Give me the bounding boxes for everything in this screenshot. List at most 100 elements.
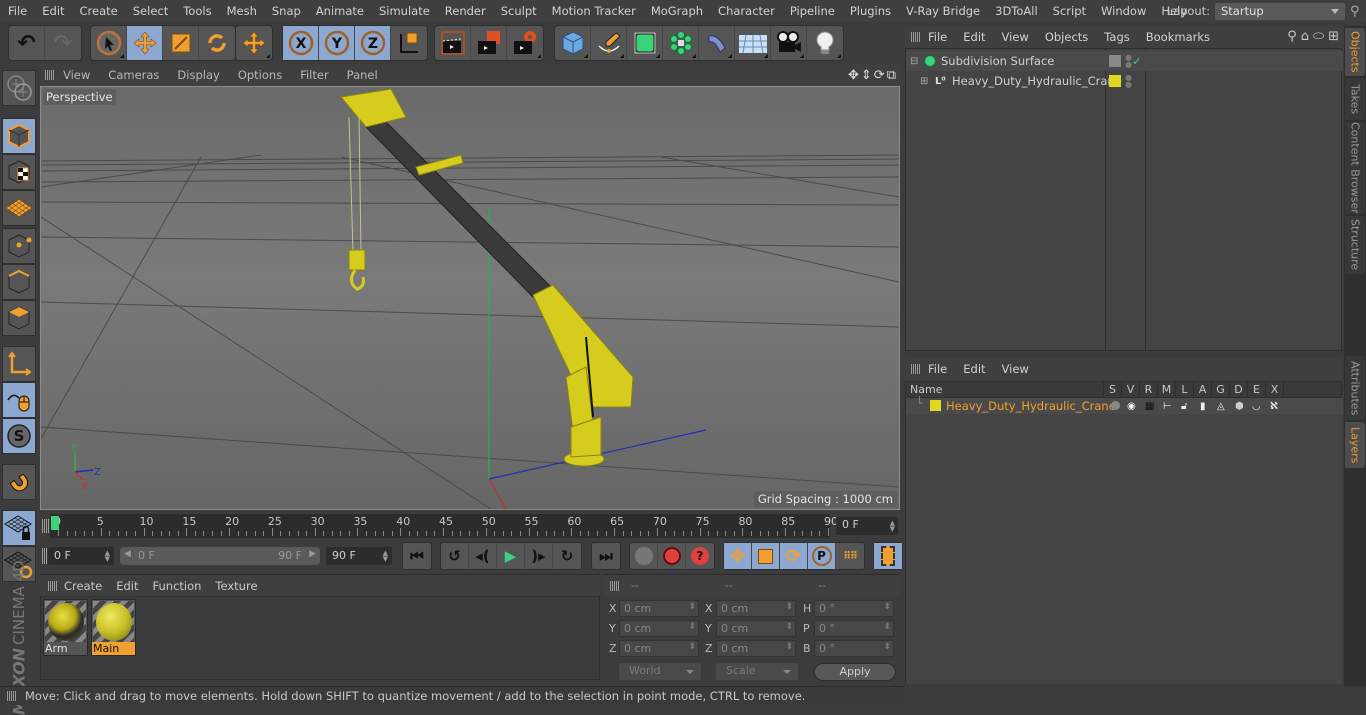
axis-mode-button[interactable] (2, 346, 36, 382)
size-y-field[interactable]: 0 cm (716, 620, 796, 637)
material-grip-icon[interactable] (48, 580, 57, 591)
viewport-menu-options[interactable]: Options (229, 68, 291, 82)
recent-move-button[interactable] (236, 26, 272, 60)
menu-animate[interactable]: Animate (308, 4, 371, 18)
editor-visibility-icon[interactable] (1109, 55, 1121, 67)
rotate-button[interactable] (199, 26, 235, 60)
subdivision-surface-button[interactable] (627, 26, 663, 60)
object-row-subdivision-surface[interactable]: ⊟ Subdivision Surface ● ● ✓ (906, 51, 1343, 71)
visibility-dots-icon[interactable]: ● ● (1125, 74, 1132, 89)
layer-grip-icon[interactable] (911, 364, 920, 374)
current-frame-field[interactable]: 0 F ▲ ▼ (836, 517, 898, 535)
menu-motion-tracker[interactable]: Motion Tracker (544, 4, 643, 18)
new-window-icon[interactable]: ⊞ (1328, 29, 1339, 44)
menu-mesh[interactable]: Mesh (219, 4, 264, 18)
menu-create[interactable]: Create (72, 4, 125, 18)
view-toggle-icon[interactable]: ◉ (1127, 401, 1136, 412)
menu-snap[interactable]: Snap (264, 4, 308, 18)
render-settings-button[interactable] (507, 26, 543, 60)
dolly-icon[interactable]: ⇕ (861, 68, 872, 83)
column-animation[interactable]: A (1194, 382, 1212, 397)
live-selection-button[interactable] (91, 26, 127, 60)
key-rotation-button[interactable]: ⟳ (780, 543, 808, 569)
rot-h-field[interactable]: 0 ° (814, 600, 894, 617)
render-picture-viewer-button[interactable] (471, 26, 507, 60)
menu-script[interactable]: Script (1045, 4, 1093, 18)
workplane-mode-button[interactable] (2, 190, 36, 226)
viewport-menu-view[interactable]: View (54, 68, 99, 82)
light-button[interactable] (807, 26, 843, 60)
start-frame-field[interactable]: 0 F ▲ ▼ (48, 547, 114, 565)
search-icon[interactable]: ⚲ (1287, 29, 1297, 44)
pan-icon[interactable]: ✥ (848, 68, 859, 83)
menu-select[interactable]: Select (125, 4, 175, 18)
visibility-dots-icon[interactable]: ● ● (1125, 54, 1132, 69)
layout-dropdown[interactable]: Startup (1215, 2, 1345, 20)
manager-toggle-icon[interactable]: ⊢ (1163, 401, 1172, 412)
timeline-button[interactable] (874, 543, 902, 569)
undo-button[interactable]: ↶ (9, 26, 45, 60)
maximize-icon[interactable]: ⧉ (887, 68, 896, 83)
menu-tools[interactable]: Tools (175, 4, 218, 18)
material-menu-edit[interactable]: Edit (109, 579, 145, 593)
material-arm[interactable]: Arm (43, 599, 88, 656)
column-view[interactable]: V (1122, 382, 1140, 397)
render-view-button[interactable] (435, 26, 471, 60)
key-scale-button[interactable] (752, 543, 780, 569)
cloner-button[interactable] (663, 26, 699, 60)
record-key-button[interactable] (630, 543, 658, 569)
scale-button[interactable] (163, 26, 199, 60)
model-mode-button[interactable] (2, 118, 36, 154)
panel-grip-icon[interactable] (45, 70, 54, 80)
pos-x-field[interactable]: 0 cm (619, 600, 699, 617)
object-menu-file[interactable]: File (920, 30, 955, 44)
move-button[interactable] (127, 26, 163, 60)
menu-pipeline[interactable]: Pipeline (782, 4, 842, 18)
go-to-start-button[interactable]: ⏮ (403, 543, 431, 569)
object-menu-bookmarks[interactable]: Bookmarks (1138, 30, 1218, 44)
menu-character[interactable]: Character (710, 4, 782, 18)
key-position-button[interactable]: ✥ (724, 543, 752, 569)
tweak-mode-button[interactable] (2, 382, 36, 418)
snap-button[interactable] (2, 464, 36, 500)
column-xrefs[interactable]: X (1266, 382, 1284, 397)
key-parameter-button[interactable]: P (808, 543, 836, 569)
range-left-arrow-icon[interactable]: ◀ (124, 549, 131, 559)
object-menu-tags[interactable]: Tags (1096, 30, 1137, 44)
z-axis-button[interactable]: Z (355, 26, 391, 60)
tab-layers[interactable]: Layers (1345, 422, 1365, 468)
object-menu-objects[interactable]: Objects (1037, 30, 1096, 44)
object-menu-edit[interactable]: Edit (955, 30, 993, 44)
pos-z-field[interactable]: 0 cm (619, 640, 699, 657)
viewport-menu-panel[interactable]: Panel (338, 68, 387, 82)
column-render[interactable]: R (1140, 382, 1158, 397)
object-grip-icon[interactable] (911, 32, 920, 42)
layer-name[interactable]: Heavy_Duty_Hydraulic_Crane (946, 399, 1116, 413)
object-menu-view[interactable]: View (994, 30, 1037, 44)
y-axis-button[interactable]: Y (319, 26, 355, 60)
menu-file[interactable]: File (0, 4, 34, 18)
orbit-icon[interactable]: ⟳ (874, 68, 885, 83)
coordinate-mode-dropdown[interactable]: Scale (716, 663, 798, 680)
tab-structure[interactable]: Structure (1345, 216, 1365, 274)
menu-edit[interactable]: Edit (34, 4, 71, 18)
menu-render[interactable]: Render (437, 4, 493, 18)
material-menu-texture[interactable]: Texture (208, 579, 264, 593)
tab-takes[interactable]: Takes (1345, 78, 1365, 120)
enabled-check-icon[interactable]: ✓ (1132, 54, 1142, 68)
next-key-button[interactable]: ↻ (553, 543, 581, 569)
material-menu-function[interactable]: Function (146, 579, 209, 593)
texture-mode-button[interactable] (2, 154, 36, 190)
material-menu-create[interactable]: Create (57, 579, 109, 593)
solo-toggle-icon[interactable] (1111, 401, 1120, 410)
previous-key-button[interactable]: ↺ (441, 543, 469, 569)
coordinate-grip-icon[interactable] (610, 580, 619, 591)
cube-button[interactable] (555, 26, 591, 60)
end-frame-field[interactable]: 90 F ▲ ▼ (326, 547, 392, 565)
column-solo[interactable]: S (1104, 382, 1122, 397)
frame-range-slider[interactable]: ◀ 0 F 90 F ▶ (120, 547, 320, 565)
timeline-ruler[interactable]: 051015202530354045505560657075808590 (50, 514, 838, 538)
expand-icon[interactable]: ⊞ (920, 76, 928, 87)
menu-plugins[interactable]: Plugins (842, 4, 898, 18)
layer-menu-file[interactable]: File (920, 362, 955, 376)
